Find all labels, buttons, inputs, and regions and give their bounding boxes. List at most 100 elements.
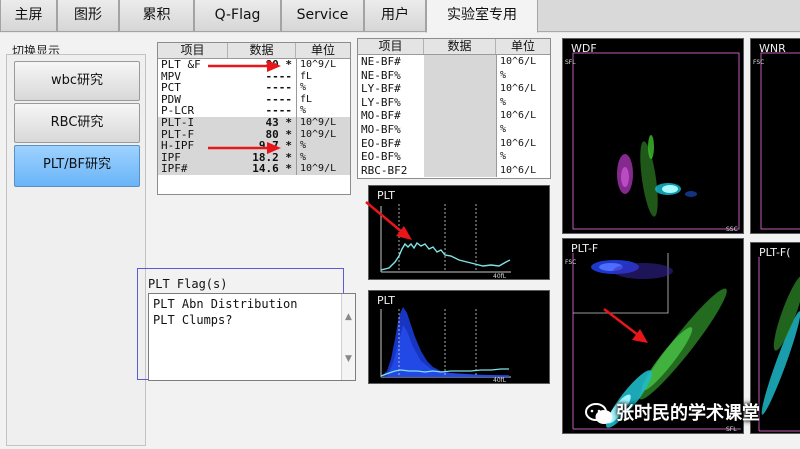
table-row[interactable]: MO-BF%%	[358, 122, 550, 137]
table-row[interactable]: PLT-I 43 * 10^9/L	[158, 116, 350, 129]
cell-item: LY-BF%	[361, 95, 401, 109]
cell-unit: %	[496, 122, 548, 137]
scroll-down-icon[interactable]: ▼	[345, 354, 352, 364]
cell-value: 43 *	[228, 117, 296, 129]
tab-q-flag[interactable]: Q-Flag	[194, 0, 281, 32]
table-row[interactable]: NE-BF# 10^6/L	[358, 55, 550, 69]
tab-cumulative[interactable]: 累积	[119, 0, 194, 32]
table-row[interactable]: P-LCR ---- %	[158, 105, 350, 117]
header-item: 项目	[358, 39, 424, 54]
cell-item: NE-BF%	[361, 68, 401, 82]
cell-unit: fL	[296, 93, 349, 106]
watermark-text: 张时民的学术课堂	[616, 403, 760, 424]
flags-scrollbar[interactable]: ▲ ▼	[341, 294, 355, 380]
tab-service[interactable]: Service	[281, 0, 364, 32]
plt-f-y-label: FSC	[565, 259, 577, 266]
cell-unit: 10^9/L	[296, 128, 349, 141]
cell-value	[424, 82, 496, 96]
wbc-research-button[interactable]: wbc研究	[14, 61, 140, 101]
table-row[interactable]: RBC-BF2 10^6/L	[358, 163, 550, 178]
wnr-y-label: FSC	[753, 59, 765, 66]
table-row[interactable]: LY-BF# 10^6/L	[358, 82, 550, 96]
bf-results-table: 项目 数据 单位 NE-BF# 10^6/L NE-BF%% LY-BF# 10^6/L…	[357, 38, 551, 179]
cell-unit: %	[496, 150, 548, 164]
cell-value	[424, 136, 496, 151]
table-row[interactable]: EO-BF# 10^6/L	[358, 136, 550, 151]
wnr-title: WNR	[759, 42, 786, 55]
red-arrow-scattergram	[603, 308, 648, 343]
scroll-up-icon[interactable]: ▲	[345, 312, 352, 322]
cell-item: PLT-I	[161, 116, 195, 129]
plt-histogram-2-plot	[380, 307, 511, 378]
cell-unit: 10^9/L	[296, 163, 349, 175]
cell-value	[424, 68, 496, 83]
header-unit: 单位	[510, 39, 535, 53]
flag-star: *	[285, 128, 292, 141]
plt-f-x-label: SFL	[726, 426, 737, 433]
table-row[interactable]: MO-BF# 10^6/L	[358, 109, 550, 123]
tab-bar: 主屏 图形 累积 Q-Flag Service 用户 实验室专用	[0, 0, 800, 33]
flag-item: PLT Abn Distribution	[153, 297, 298, 311]
plt-histogram-1-x-label: 40fL	[493, 273, 507, 280]
plt-histogram-2-title: PLT	[377, 294, 395, 307]
cell-item: RBC-BF2	[361, 163, 408, 177]
cell-value: ----	[228, 82, 296, 94]
wnr-scattergram: WNR FSC	[750, 38, 800, 234]
table-header: 项目 数据 单位	[358, 39, 550, 55]
cell-item: NE-BF#	[361, 55, 401, 68]
cell-unit: %	[296, 140, 349, 152]
tab-main-screen[interactable]: 主屏	[0, 0, 57, 32]
value-text: ----	[265, 93, 293, 106]
tab-lab-use[interactable]: 实验室专用	[426, 0, 538, 33]
table-row[interactable]: PDW ---- fL	[158, 93, 350, 106]
wdf-y-label: SFL	[565, 59, 576, 66]
plt-flags-list[interactable]: PLT Abn Distribution PLT Clumps? ▲ ▼	[148, 293, 356, 381]
wechat-icon	[585, 403, 613, 424]
table-row[interactable]: IPF# 14.6 * 10^9/L	[158, 163, 350, 175]
table-row[interactable]: EO-BF%%	[358, 150, 550, 164]
red-arrow-histogram	[365, 201, 412, 240]
flag-item: PLT Clumps?	[153, 313, 233, 327]
wdf-scattergram-plot	[572, 52, 740, 230]
cell-value	[424, 163, 496, 178]
cell-value	[424, 55, 496, 69]
cell-unit: 10^6/L	[496, 136, 548, 151]
cell-value	[424, 95, 496, 110]
plt-histogram-2: PLT 40fL	[368, 290, 550, 384]
cell-item: LY-BF#	[361, 82, 401, 96]
cell-unit: %	[496, 68, 548, 83]
header-unit: 单位	[310, 43, 335, 57]
cell-value: 14.6 *	[228, 163, 296, 175]
table-row[interactable]: LY-BF%%	[358, 95, 550, 110]
cell-unit: 10^6/L	[496, 55, 548, 69]
value-text: 43	[265, 116, 279, 129]
table-row[interactable]: PCT ---- %	[158, 82, 350, 94]
rbc-research-button[interactable]: RBC研究	[14, 103, 140, 143]
header-data: 数据	[424, 39, 496, 54]
plt-f-2-title: PLT-F(	[759, 246, 791, 259]
wdf-x-label: SSC	[726, 226, 738, 233]
cell-value: ----	[228, 94, 296, 106]
red-arrow-plt-f	[208, 60, 281, 72]
cell-item: MO-BF%	[361, 122, 401, 136]
table-row[interactable]: NE-BF%%	[358, 68, 550, 83]
flag-star: *	[285, 151, 292, 164]
tab-graphics[interactable]: 图形	[57, 0, 119, 32]
red-arrow-plt-f-row	[208, 142, 281, 154]
cell-unit: 10^6/L	[496, 82, 548, 96]
value-text: ----	[265, 105, 293, 117]
flag-star: *	[285, 116, 292, 129]
cell-value: ----	[228, 105, 296, 117]
plt-bf-research-button[interactable]: PLT/BF研究	[14, 145, 140, 187]
cell-value	[424, 122, 496, 137]
cell-item: PCT	[161, 82, 181, 94]
wnr-scattergram-plot	[760, 52, 800, 230]
flag-star: *	[285, 59, 292, 71]
cell-unit: %	[296, 105, 349, 117]
cell-unit: fL	[296, 70, 349, 83]
flag-star: *	[285, 140, 292, 152]
tab-user[interactable]: 用户	[364, 0, 426, 32]
wdf-scattergram: WDF SSC SFL	[562, 38, 744, 234]
cell-unit: 10^6/L	[496, 163, 548, 178]
cell-value	[424, 109, 496, 123]
